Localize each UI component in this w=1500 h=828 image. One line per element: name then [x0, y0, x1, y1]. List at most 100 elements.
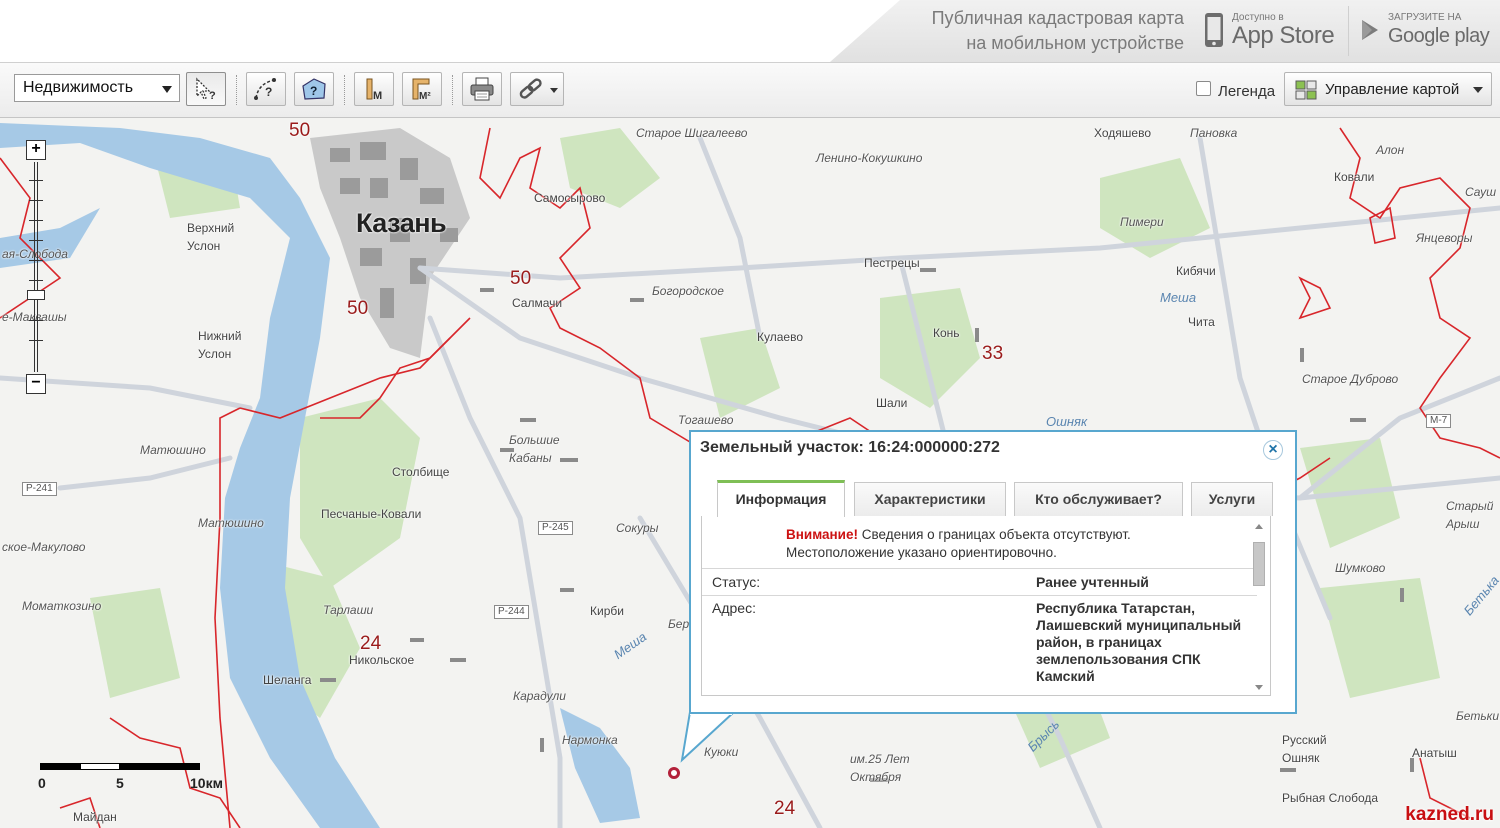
zoom-tick: [29, 200, 43, 201]
place-label: Пановка: [1190, 126, 1238, 140]
promo-line-2: на мобильном устройстве: [966, 33, 1184, 53]
zoom-tick: [29, 280, 43, 281]
measure-area-icon: М²: [412, 78, 431, 102]
map-manage-button[interactable]: Управление картой: [1284, 72, 1492, 106]
place-label: Старый: [1446, 499, 1494, 513]
parcel-location-marker[interactable]: [668, 767, 680, 779]
place-label: Услон: [187, 239, 221, 253]
zoom-slider-thumb[interactable]: [27, 290, 45, 300]
place-label: Алон: [1376, 143, 1405, 157]
place-label: Старое Дуброво: [1302, 372, 1399, 386]
google-play-icon: [1362, 20, 1378, 40]
tab-characteristics[interactable]: Характеристики: [854, 482, 1006, 516]
appstore-badge[interactable]: Доступно в App Store: [1202, 8, 1335, 52]
place-label: Матюшино: [198, 516, 264, 530]
place-label: Старое Шигалеево: [636, 126, 748, 140]
region-number: 24: [774, 798, 796, 819]
place-label: Большие: [509, 433, 560, 447]
tab-info[interactable]: Информация: [717, 480, 845, 517]
map-canvas[interactable]: Казань Старое Шигалеево Ленино-Кокушкино…: [0, 118, 1500, 828]
place-label: Майдан: [73, 810, 117, 824]
popup-tail: [680, 712, 735, 763]
toolbar-divider: [236, 75, 237, 105]
address-value: Республика Татарстан, Лаишевский муницип…: [1036, 600, 1242, 684]
print-button[interactable]: [462, 72, 502, 106]
place-label: Чита: [1188, 315, 1215, 329]
place-label: Сокуры: [616, 521, 659, 535]
place-label: Октября: [850, 770, 902, 784]
scale-segment: [40, 763, 80, 770]
boundary-warning: Внимание! Сведения о границах объекта от…: [786, 526, 1131, 562]
zoom-tick: [29, 180, 43, 181]
place-label: Шеланга: [263, 673, 312, 687]
layers-grid-icon: [1295, 80, 1317, 100]
identify-button[interactable]: ?: [186, 72, 226, 106]
address-label: Адрес:: [712, 600, 756, 616]
place-label: Тогашево: [678, 413, 734, 427]
status-value: Ранее учтенный: [1036, 574, 1149, 590]
svg-text:М²: М²: [419, 91, 431, 102]
chevron-down-icon: [162, 86, 172, 93]
scroll-up-icon[interactable]: [1255, 524, 1263, 529]
link-icon: [519, 78, 542, 99]
place-label: Песчаные-Ковали: [321, 507, 422, 521]
place-label: Шумково: [1335, 561, 1386, 575]
appstore-big-text: App Store: [1232, 21, 1335, 49]
place-label: Бетьки: [1456, 709, 1499, 723]
measure-query-button[interactable]: ?: [246, 72, 286, 106]
chevron-down-icon: [1473, 87, 1483, 93]
measure-query-icon: ?: [254, 78, 276, 100]
river-label: Ошняк: [1046, 414, 1088, 429]
google-play-badge[interactable]: ЗАГРУЗИТЕ НА Google play: [1358, 8, 1490, 52]
place-label: Услон: [198, 347, 232, 361]
mobile-promo-text[interactable]: Публичная кадастровая карта на мобильном…: [932, 6, 1184, 56]
road-shield: Р-245: [538, 521, 573, 535]
place-label: Ленино-Кокушкино: [816, 151, 923, 165]
region-number: 50: [347, 298, 369, 319]
layer-select[interactable]: Недвижимость: [14, 74, 180, 102]
measure-area-button[interactable]: М²: [402, 72, 442, 106]
place-label: Нижний: [198, 329, 242, 343]
close-icon[interactable]: ×: [1263, 440, 1283, 460]
toolbar-divider: [344, 75, 345, 105]
warning-label: Внимание!: [786, 527, 858, 542]
map-toolbar: Недвижимость ? ? ? М М² Легенда Управлен…: [0, 62, 1500, 118]
city-label: Казань: [356, 208, 447, 238]
legend-checkbox[interactable]: [1196, 81, 1211, 96]
place-label: Бер: [668, 617, 690, 631]
measure-length-icon: М: [366, 78, 382, 102]
zoom-out-button[interactable]: −: [26, 374, 46, 394]
area-query-icon: ?: [302, 78, 326, 100]
scale-label: 0: [38, 775, 46, 791]
place-label: Кибячи: [1176, 264, 1216, 278]
place-label: Ходяшево: [1094, 126, 1151, 140]
area-query-button[interactable]: ?: [294, 72, 334, 106]
zoom-in-button[interactable]: +: [26, 140, 46, 160]
region-number: 50: [510, 268, 532, 289]
tab-services[interactable]: Услуги: [1191, 482, 1273, 516]
status-label: Статус:: [712, 574, 761, 590]
toolbar-divider: [452, 75, 453, 105]
measure-length-button[interactable]: М: [354, 72, 394, 106]
road-shield: М-7: [1426, 414, 1452, 428]
promo-line-1: Публичная кадастровая карта: [931, 8, 1184, 28]
info-panel: Внимание! Сведения о границах объекта от…: [701, 516, 1271, 696]
parcel-info-popup: Земельный участок: 16:24:000000:272 × Ин…: [689, 430, 1297, 714]
place-label: Верхний: [187, 221, 235, 235]
scroll-down-icon[interactable]: [1255, 685, 1263, 690]
place-label: Конь: [933, 326, 960, 340]
place-label: Ковали: [1334, 170, 1375, 184]
panel-scrollbar[interactable]: [1251, 522, 1267, 692]
place-label: Кирби: [590, 604, 624, 618]
scale-segment: [120, 763, 200, 770]
place-label: Матюшино: [140, 443, 206, 457]
link-button[interactable]: [510, 72, 564, 106]
layer-select-value: Недвижимость: [23, 79, 134, 96]
scale-label: 5: [116, 775, 124, 791]
road-shield: Р-241: [22, 482, 57, 496]
tab-service[interactable]: Кто обслуживает?: [1014, 482, 1183, 516]
zoom-tick: [29, 240, 43, 241]
scroll-thumb[interactable]: [1253, 542, 1265, 586]
appstore-small-text: Доступно в: [1232, 11, 1284, 23]
place-label: Кулаево: [757, 330, 803, 344]
